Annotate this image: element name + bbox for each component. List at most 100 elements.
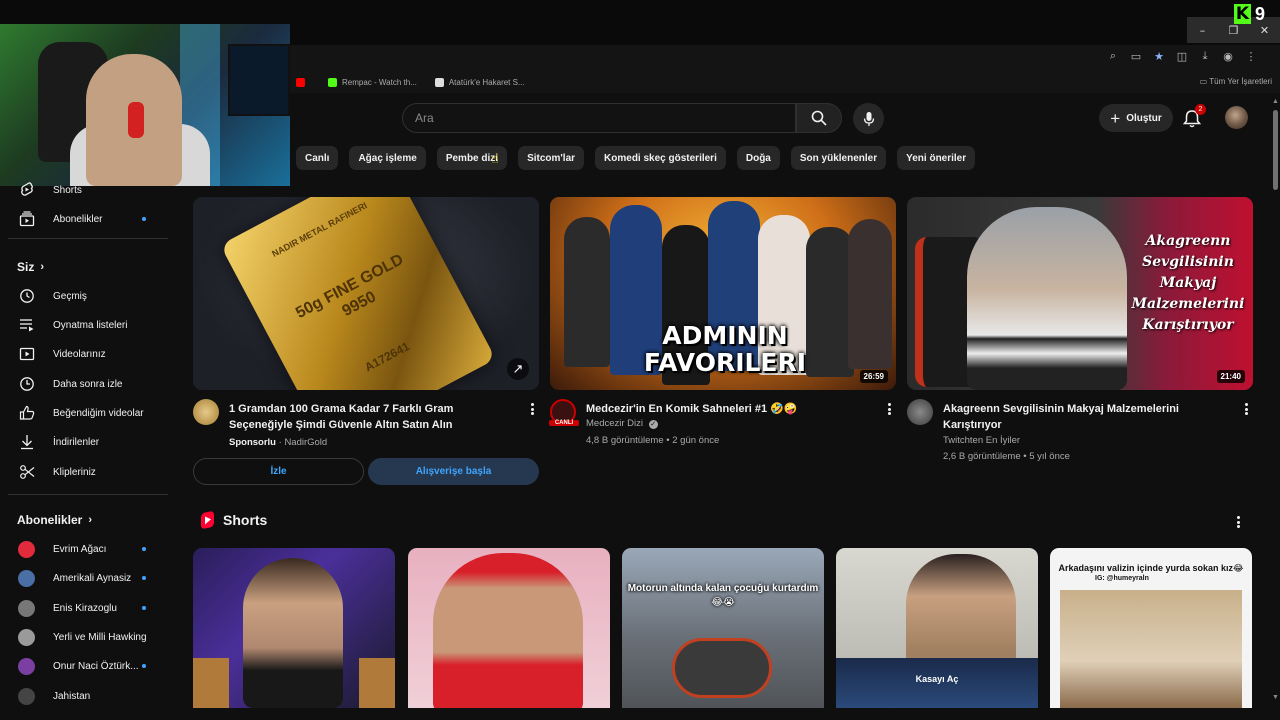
thumbs-up-icon bbox=[19, 405, 35, 421]
sidebar-item-watch-later[interactable]: Daha sonra izle bbox=[0, 373, 170, 395]
sidebar-channel-yerli-milli-hawking[interactable]: Yerli ve Milli Hawking bbox=[0, 626, 170, 648]
channel-avatar[interactable]: CANLI bbox=[549, 399, 579, 426]
video-title[interactable]: Akagreenn Sevgilisinin Makyaj Malzemeler… bbox=[943, 401, 1233, 433]
short-card[interactable] bbox=[408, 548, 610, 708]
bookmark-star-icon[interactable]: ★ bbox=[1152, 50, 1166, 63]
sidebar-item-subscriptions[interactable]: Abonelikler bbox=[0, 208, 170, 230]
search-button[interactable] bbox=[796, 103, 842, 133]
channel-name[interactable]: Medcezir Dizi bbox=[586, 418, 643, 429]
short-card[interactable]: Arkadaşını valizin içinde yurda sokan kı… bbox=[1050, 548, 1252, 708]
sidebar-item-downloads[interactable]: İndirilenler bbox=[0, 431, 170, 453]
page-scrollbar[interactable]: ▲ ▼ bbox=[1270, 96, 1280, 710]
sidebar-divider bbox=[8, 494, 168, 495]
sidebar-subscriptions-heading[interactable]: Abonelikler › bbox=[17, 513, 92, 527]
sponsored-label: Sponsorlu bbox=[229, 437, 276, 448]
notification-badge: 2 bbox=[1195, 104, 1206, 115]
more-options-icon[interactable] bbox=[527, 401, 537, 417]
gold-bar-serial: A172641 bbox=[362, 339, 412, 375]
live-badge: CANLI bbox=[549, 420, 579, 426]
sidebar-you-heading[interactable]: Siz › bbox=[17, 260, 44, 274]
shorts-heading: Shorts bbox=[223, 512, 268, 528]
kick-overlay: K 9 bbox=[1234, 2, 1280, 26]
short-overlay-text: Kasayı Aç bbox=[915, 674, 959, 684]
scroll-up-icon[interactable]: ▲ bbox=[1272, 98, 1279, 105]
chip-new-to-you[interactable]: Yeni öneriler bbox=[897, 146, 976, 170]
webcam-microphone bbox=[128, 102, 144, 138]
shorts-more-options-icon[interactable] bbox=[1234, 514, 1242, 530]
scroll-down-icon[interactable]: ▼ bbox=[1272, 694, 1279, 701]
browser-menu-icon[interactable]: ⋮ bbox=[1244, 50, 1258, 63]
download-icon[interactable]: ⤓ bbox=[1198, 50, 1212, 63]
sidebar-channel-enis-kirazoglu[interactable]: Enis Kirazoglu bbox=[0, 597, 170, 619]
bookmark-item[interactable]: Rempac - Watch th... bbox=[328, 77, 417, 87]
channel-avatar[interactable] bbox=[907, 399, 933, 425]
clock-icon bbox=[19, 376, 35, 392]
video-thumbnail[interactable]: NADIR METAL RAFINERI 50g FINE GOLD 9950 … bbox=[193, 197, 539, 390]
profile-icon[interactable]: ◉ bbox=[1221, 50, 1235, 63]
video-thumbnail[interactable]: ADMININ FAVORILERI 26:59 bbox=[550, 197, 896, 390]
sidebar-channel-evrim-agaci[interactable]: Evrim Ağacı bbox=[0, 538, 170, 560]
video-thumbnail[interactable]: Akagreenn Sevgilisinin Makyaj Malzemeler… bbox=[907, 197, 1253, 390]
more-options-icon[interactable] bbox=[884, 401, 894, 417]
kick-favicon-icon bbox=[328, 77, 337, 87]
channel-name[interactable]: Twitchten En İyiler bbox=[943, 435, 1020, 446]
shop-button[interactable]: Alışverişe başla bbox=[368, 458, 539, 485]
channel-avatar bbox=[18, 687, 35, 705]
short-card[interactable] bbox=[193, 548, 395, 708]
sidebar-channel-onur-naci-ozturk[interactable]: Onur Naci Öztürk... bbox=[0, 655, 170, 677]
extensions-icon[interactable]: ◫ bbox=[1175, 50, 1189, 63]
short-thumbnail-scene bbox=[1060, 590, 1242, 708]
all-bookmarks-link[interactable]: ▭ Tüm Yer İşaretleri bbox=[1200, 77, 1272, 86]
account-avatar[interactable] bbox=[1225, 106, 1248, 129]
short-overlay-banner: Kasayı Aç bbox=[836, 658, 1038, 708]
chip-woodworking[interactable]: Ağaç işleme bbox=[349, 146, 426, 170]
new-content-dot bbox=[142, 217, 146, 221]
short-caption: Arkadaşını valizin içinde yurda sokan kı… bbox=[1058, 563, 1244, 573]
sidebar-item-clips[interactable]: Klipleriniz bbox=[0, 461, 170, 483]
webcam-monitor bbox=[228, 44, 290, 116]
short-thumbnail-person bbox=[433, 553, 583, 708]
short-card[interactable]: Motorun altında kalan çocuğu kurtardım 😂… bbox=[622, 548, 824, 708]
more-options-icon[interactable] bbox=[1241, 401, 1251, 417]
chip-nature[interactable]: Doğa bbox=[736, 146, 780, 170]
bookmark-item[interactable]: Atatürk'e Hakaret S... bbox=[434, 77, 525, 87]
short-thumbnail-person bbox=[243, 558, 343, 708]
search-input[interactable]: Ara bbox=[402, 103, 796, 133]
new-content-dot bbox=[142, 664, 146, 668]
short-card[interactable]: Kasayı Aç bbox=[836, 548, 1038, 708]
chip-sketch-comedy[interactable]: Komedi skeç gösterileri bbox=[595, 146, 726, 170]
zoom-icon[interactable]: ⌕ bbox=[1106, 50, 1120, 63]
minimize-button[interactable]: – bbox=[1187, 17, 1218, 43]
voice-search-button[interactable] bbox=[853, 103, 884, 134]
channel-avatar[interactable] bbox=[193, 399, 219, 425]
create-button[interactable]: + Oluştur bbox=[1099, 104, 1173, 132]
chip-live[interactable]: Canlı bbox=[296, 146, 339, 170]
chip-sitcoms[interactable]: Sitcom'lar bbox=[518, 146, 585, 170]
sidebar-item-playlists[interactable]: Oynatma listeleri bbox=[0, 314, 170, 336]
screen: – ❐ ✕ K 9 ⌕ ▭ ★ ◫ ⤓ ◉ ⋮ Rempac - Watch t… bbox=[0, 0, 1280, 720]
sidebar-channel-jahistan[interactable]: Jahistan bbox=[0, 685, 170, 707]
sidebar-item-your-videos[interactable]: Videolarınız bbox=[0, 343, 170, 365]
scrollbar-thumb[interactable] bbox=[1273, 110, 1278, 190]
cast-icon[interactable]: ▭ bbox=[1129, 50, 1143, 63]
video-duration: 21:40 bbox=[1216, 370, 1245, 383]
notifications-button[interactable]: 2 bbox=[1183, 104, 1206, 130]
page-favicon-icon bbox=[434, 77, 444, 87]
chip-recently-uploaded[interactable]: Son yüklenenler bbox=[790, 146, 887, 170]
sidebar: Shorts Abonelikler Siz › Geçmiş Oynatma … bbox=[0, 182, 170, 720]
gold-bar-label: 50g FINE GOLD 9950 bbox=[293, 251, 407, 323]
external-link-icon[interactable]: ↗ bbox=[507, 358, 529, 380]
sidebar-item-liked-videos[interactable]: Beğendiğim videolar bbox=[0, 402, 170, 424]
video-duration: 26:59 bbox=[859, 370, 888, 383]
channel-name[interactable]: NadirGold bbox=[284, 437, 327, 448]
shorts-logo-icon bbox=[201, 510, 214, 530]
video-title[interactable]: Medcezir'in En Komik Sahneleri #1 🤣🤪 bbox=[586, 401, 876, 417]
watch-button[interactable]: İzle bbox=[193, 458, 364, 485]
sidebar-item-history[interactable]: Geçmiş bbox=[0, 285, 170, 307]
gold-bar-brand: NADIR METAL RAFINERI bbox=[270, 200, 369, 259]
sidebar-item-shorts[interactable]: Shorts bbox=[0, 179, 170, 201]
bookmark-item[interactable] bbox=[296, 77, 310, 87]
sidebar-channel-amerikali-aynasiz[interactable]: Amerikali Aynasiz bbox=[0, 567, 170, 589]
channel-avatar bbox=[18, 569, 35, 587]
video-title[interactable]: 1 Gramdan 100 Grama Kadar 7 Farklı Gram … bbox=[229, 401, 519, 433]
